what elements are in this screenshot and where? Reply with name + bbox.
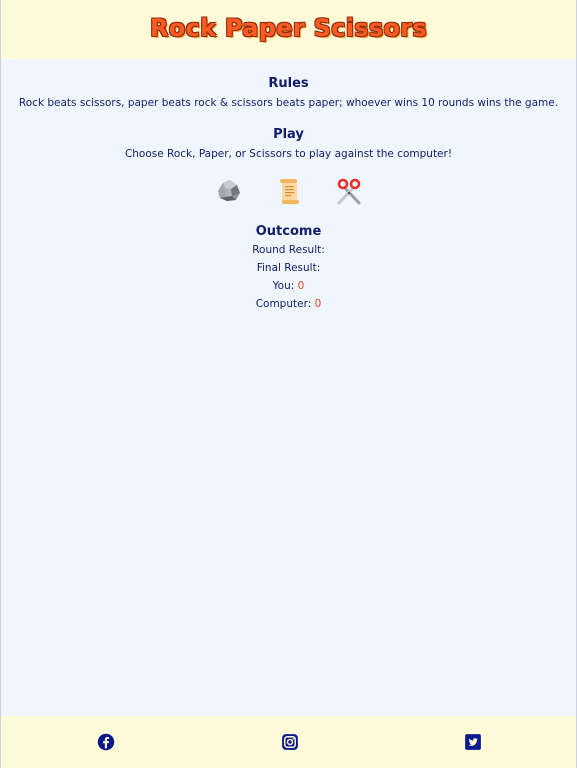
computer-score-label: Computer:: [255, 298, 312, 310]
site-title: Rock Paper Scissors: [150, 14, 427, 42]
computer-score-value: 0: [314, 298, 322, 310]
final-result: Final Result:: [1, 262, 576, 275]
play-section: Play Choose Rock, Paper, or Scissors to …: [1, 127, 576, 206]
instagram-link[interactable]: [281, 733, 299, 751]
facebook-icon: [97, 733, 115, 751]
rock-button[interactable]: [214, 176, 244, 206]
outcome-section: Outcome Round Result: Final Result: You:…: [1, 224, 576, 311]
round-result-label: Round Result:: [252, 244, 325, 256]
player-score: You: 0: [1, 280, 576, 293]
play-heading: Play: [273, 127, 304, 142]
rock-icon: [218, 180, 240, 201]
rules-section: Rules Rock beats scissors, paper beats r…: [1, 59, 576, 109]
scissors-icon: [337, 178, 361, 205]
site-header: Rock Paper Scissors: [1, 0, 576, 59]
play-instructions: Choose Rock, Paper, or Scissors to play …: [124, 148, 453, 160]
scissors-button[interactable]: [334, 176, 364, 206]
choice-buttons: [1, 176, 576, 206]
main-content: Rules Rock beats scissors, paper beats r…: [1, 59, 576, 311]
paper-scroll-icon: [280, 179, 299, 204]
outcome-heading: Outcome: [255, 224, 322, 239]
twitter-icon: [465, 734, 481, 750]
player-score-value: 0: [297, 280, 305, 292]
computer-score: Computer: 0: [1, 298, 576, 311]
final-result-label: Final Result:: [256, 262, 321, 274]
site-footer: [1, 716, 576, 768]
facebook-link[interactable]: [97, 733, 115, 751]
paper-button[interactable]: [274, 176, 304, 206]
player-score-label: You:: [272, 280, 295, 292]
rules-text: Rock beats scissors, paper beats rock & …: [18, 97, 559, 109]
rules-heading: Rules: [268, 76, 309, 91]
round-result: Round Result:: [1, 244, 576, 257]
twitter-link[interactable]: [464, 733, 482, 751]
instagram-icon: [282, 734, 298, 750]
